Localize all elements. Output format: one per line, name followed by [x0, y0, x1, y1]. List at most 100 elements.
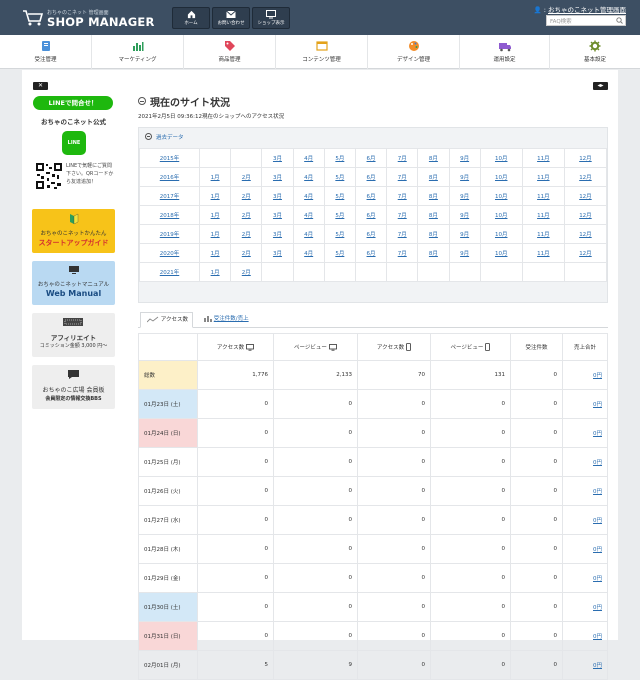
month-link[interactable]: 6月	[367, 251, 376, 257]
month-link[interactable]: 5月	[335, 232, 344, 238]
month-link[interactable]: 11月	[537, 156, 550, 162]
affiliate-banner[interactable]: アフィリエイト コミッション金額 3,000 円〜	[32, 313, 115, 357]
month-link[interactable]: 7月	[398, 194, 407, 200]
sales-link[interactable]: 0円	[593, 576, 602, 582]
month-link[interactable]: 8月	[429, 213, 438, 219]
month-link[interactable]: 6月	[367, 175, 376, 181]
sales-link[interactable]: 0円	[593, 460, 602, 466]
month-link[interactable]: 3月	[273, 175, 282, 181]
month-link[interactable]: 2月	[242, 194, 251, 200]
community-bbs-banner[interactable]: おちゃのこ広場 会員板 会員限定の情報交換BBS	[32, 365, 115, 409]
month-link[interactable]: 2月	[242, 232, 251, 238]
nav-marketing[interactable]: マーケティング	[92, 35, 184, 69]
nav-design[interactable]: デザイン管理	[368, 35, 460, 69]
month-link[interactable]: 7月	[398, 232, 407, 238]
sales-link[interactable]: 0円	[593, 373, 602, 379]
month-link[interactable]: 11月	[537, 251, 550, 257]
month-link[interactable]: 6月	[367, 194, 376, 200]
month-link[interactable]: 12月	[579, 156, 592, 162]
nav-basic-settings[interactable]: 基本設定	[550, 35, 640, 69]
month-link[interactable]: 9月	[460, 175, 469, 181]
nav-operation[interactable]: 運用設定	[460, 35, 550, 69]
month-link[interactable]: 1月	[211, 194, 220, 200]
user-link[interactable]: おちゃのこネット管理画面	[548, 6, 626, 14]
month-link[interactable]: 5月	[335, 175, 344, 181]
month-link[interactable]: 9月	[460, 156, 469, 162]
month-link[interactable]: 5月	[335, 213, 344, 219]
month-link[interactable]: 12月	[579, 232, 592, 238]
month-link[interactable]: 5月	[335, 156, 344, 162]
sales-link[interactable]: 0円	[593, 605, 602, 611]
month-link[interactable]: 3月	[273, 232, 282, 238]
month-link[interactable]: 2月	[242, 251, 251, 257]
year-link[interactable]: 2019年	[160, 232, 180, 238]
month-link[interactable]: 1月	[211, 232, 220, 238]
month-link[interactable]: 3月	[273, 156, 282, 162]
tab-orders-label[interactable]: 受注件数/売上	[214, 316, 249, 322]
line-inquiry-badge[interactable]: LINEで問合せ！	[33, 96, 113, 110]
month-link[interactable]: 11月	[537, 194, 550, 200]
sales-link[interactable]: 0円	[593, 547, 602, 553]
month-link[interactable]: 4月	[304, 232, 313, 238]
year-link[interactable]: 2021年	[160, 270, 180, 276]
sales-link[interactable]: 0円	[593, 431, 602, 437]
month-link[interactable]: 4月	[304, 175, 313, 181]
sales-link[interactable]: 0円	[593, 402, 602, 408]
month-link[interactable]: 12月	[579, 213, 592, 219]
line-icon[interactable]: LINE	[62, 131, 86, 155]
month-link[interactable]: 4月	[304, 213, 313, 219]
month-link[interactable]: 8月	[429, 194, 438, 200]
month-link[interactable]: 12月	[579, 251, 592, 257]
month-link[interactable]: 4月	[304, 194, 313, 200]
month-link[interactable]: 9月	[460, 213, 469, 219]
month-link[interactable]: 10月	[495, 251, 508, 257]
month-link[interactable]: 3月	[273, 213, 282, 219]
month-link[interactable]: 7月	[398, 156, 407, 162]
month-link[interactable]: 10月	[495, 213, 508, 219]
year-link[interactable]: 2016年	[160, 175, 180, 181]
month-link[interactable]: 3月	[273, 251, 282, 257]
month-link[interactable]: 2月	[242, 175, 251, 181]
home-button[interactable]: ホーム	[172, 7, 210, 29]
nav-products[interactable]: 商品管理	[184, 35, 276, 69]
year-link[interactable]: 2020年	[160, 251, 180, 257]
month-link[interactable]: 1月	[211, 213, 220, 219]
sales-link[interactable]: 0円	[593, 489, 602, 495]
contact-button[interactable]: お問い合わせ	[212, 7, 250, 29]
month-link[interactable]: 11月	[537, 213, 550, 219]
sales-link[interactable]: 0円	[593, 518, 602, 524]
month-link[interactable]: 6月	[367, 156, 376, 162]
month-link[interactable]: 5月	[335, 251, 344, 257]
month-link[interactable]: 3月	[273, 194, 282, 200]
month-link[interactable]: 5月	[335, 194, 344, 200]
month-link[interactable]: 8月	[429, 156, 438, 162]
month-link[interactable]: 9月	[460, 232, 469, 238]
nav-contents[interactable]: コンテンツ管理	[276, 35, 368, 69]
month-link[interactable]: 12月	[579, 175, 592, 181]
faq-search-input[interactable]: FAQ検索	[546, 15, 626, 26]
month-link[interactable]: 1月	[211, 251, 220, 257]
month-link[interactable]: 8月	[429, 251, 438, 257]
month-link[interactable]: 2月	[242, 270, 251, 276]
month-link[interactable]: 10月	[495, 194, 508, 200]
toggle-panel-button[interactable]: ◂▸	[593, 82, 608, 90]
search-icon[interactable]	[616, 17, 623, 24]
shop-view-button[interactable]: ショップ表示	[252, 7, 290, 29]
month-link[interactable]: 7月	[398, 213, 407, 219]
month-link[interactable]: 11月	[537, 175, 550, 181]
month-link[interactable]: 8月	[429, 232, 438, 238]
month-link[interactable]: 12月	[579, 194, 592, 200]
year-link[interactable]: 2017年	[160, 194, 180, 200]
month-link[interactable]: 4月	[304, 251, 313, 257]
month-link[interactable]: 4月	[304, 156, 313, 162]
month-link[interactable]: 11月	[537, 232, 550, 238]
month-link[interactable]: 2月	[242, 213, 251, 219]
sales-link[interactable]: 0円	[593, 663, 602, 669]
month-link[interactable]: 1月	[211, 175, 220, 181]
month-link[interactable]: 9月	[460, 194, 469, 200]
nav-orders[interactable]: 受注管理	[0, 35, 92, 69]
tab-orders[interactable]: 受注件数/売上	[198, 312, 253, 328]
year-link[interactable]: 2015年	[160, 156, 180, 162]
sales-link[interactable]: 0円	[593, 634, 602, 640]
sidebar-close-button[interactable]: ✕	[33, 82, 48, 90]
